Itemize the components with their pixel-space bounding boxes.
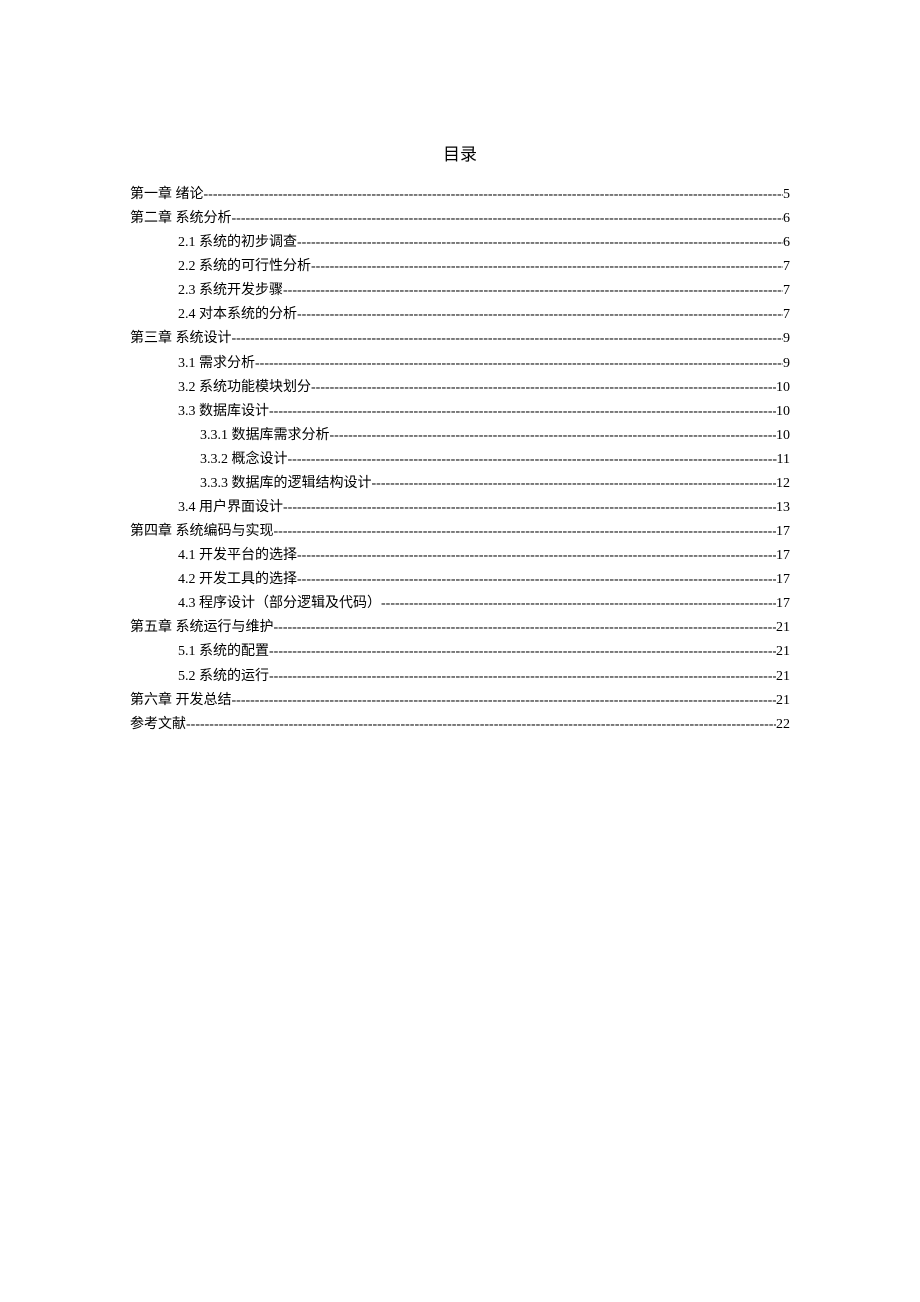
toc-leader: ----------------------------------------… [283, 279, 783, 303]
toc-leader: ----------------------------------------… [269, 400, 776, 424]
toc-leader: ----------------------------------------… [311, 255, 783, 279]
toc-leader: ----------------------------------------… [269, 640, 776, 664]
toc-entry-page: 13 [776, 496, 790, 520]
toc-leader: ----------------------------------------… [283, 496, 776, 520]
toc-entry: 第四章 系统编码与实现-----------------------------… [130, 520, 790, 544]
toc-leader: ----------------------------------------… [297, 303, 783, 327]
toc-entry-page: 12 [776, 472, 790, 496]
toc-entry-page: 22 [776, 713, 790, 737]
toc-entry: 第二章 系统分析--------------------------------… [130, 207, 790, 231]
toc-entry: 参考文献------------------------------------… [130, 713, 790, 737]
toc-entry-label: 5.1 系统的配置 [178, 640, 269, 664]
toc-entry-label: 2.3 系统开发步骤 [178, 279, 283, 303]
toc-entry-page: 9 [783, 352, 790, 376]
toc-leader: ----------------------------------------… [330, 424, 777, 448]
toc-entry: 5.2 系统的运行-------------------------------… [178, 665, 790, 689]
toc-entry-label: 4.3 程序设计（部分逻辑及代码） [178, 592, 381, 616]
toc-leader: ----------------------------------------… [297, 568, 776, 592]
toc-entry-page: 21 [776, 665, 790, 689]
toc-entry-label: 2.1 系统的初步调查 [178, 231, 297, 255]
toc-entry-label: 第二章 系统分析 [130, 207, 232, 231]
toc-entry-page: 17 [776, 520, 790, 544]
toc-entry-label: 3.3 数据库设计 [178, 400, 269, 424]
toc-entry-label: 3.3.3 数据库的逻辑结构设计 [200, 472, 372, 496]
toc-leader: ----------------------------------------… [232, 689, 777, 713]
toc-entry: 3.3 数据库设计-------------------------------… [178, 400, 790, 424]
toc-entry: 4.2 开发工具的选择-----------------------------… [178, 568, 790, 592]
toc-entry: 第五章 系统运行与维护-----------------------------… [130, 616, 790, 640]
toc-leader: ----------------------------------------… [288, 448, 777, 472]
toc-entry: 3.1 需求分析--------------------------------… [178, 352, 790, 376]
toc-entry: 3.3.2 概念设计------------------------------… [200, 448, 790, 472]
toc-entry-page: 17 [776, 568, 790, 592]
toc-entry: 2.3 系统开发步骤------------------------------… [178, 279, 790, 303]
toc-entry-page: 17 [776, 544, 790, 568]
toc-list: 第一章 绪论----------------------------------… [130, 183, 790, 737]
toc-entry-label: 第五章 系统运行与维护 [130, 616, 274, 640]
toc-entry-label: 3.4 用户界面设计 [178, 496, 283, 520]
toc-leader: ----------------------------------------… [274, 616, 777, 640]
toc-leader: ----------------------------------------… [381, 592, 776, 616]
toc-leader: ----------------------------------------… [232, 327, 784, 351]
toc-entry-page: 21 [776, 640, 790, 664]
toc-leader: ----------------------------------------… [297, 231, 783, 255]
toc-entry-label: 第六章 开发总结 [130, 689, 232, 713]
toc-leader: ----------------------------------------… [255, 352, 783, 376]
toc-leader: ----------------------------------------… [269, 665, 776, 689]
toc-entry-label: 第三章 系统设计 [130, 327, 232, 351]
toc-entry-page: 7 [783, 303, 790, 327]
toc-entry-label: 3.2 系统功能模块划分 [178, 376, 311, 400]
toc-entry-label: 2.4 对本系统的分析 [178, 303, 297, 327]
toc-entry-label: 第四章 系统编码与实现 [130, 520, 274, 544]
toc-entry-label: 4.2 开发工具的选择 [178, 568, 297, 592]
toc-leader: ----------------------------------------… [274, 520, 777, 544]
toc-entry-label: 2.2 系统的可行性分析 [178, 255, 311, 279]
toc-entry-page: 7 [783, 279, 790, 303]
toc-entry: 5.1 系统的配置-------------------------------… [178, 640, 790, 664]
toc-entry-label: 参考文献 [130, 713, 186, 737]
toc-entry-label: 3.3.2 概念设计 [200, 448, 288, 472]
toc-leader: ----------------------------------------… [372, 472, 777, 496]
toc-entry: 第一章 绪论----------------------------------… [130, 183, 790, 207]
toc-entry-page: 7 [783, 255, 790, 279]
toc-entry-page: 11 [777, 448, 790, 472]
toc-entry-label: 3.1 需求分析 [178, 352, 255, 376]
toc-entry-page: 6 [783, 207, 790, 231]
toc-entry-page: 21 [776, 616, 790, 640]
toc-leader: ----------------------------------------… [204, 183, 784, 207]
toc-entry-page: 10 [776, 376, 790, 400]
toc-entry-page: 21 [776, 689, 790, 713]
toc-entry: 2.2 系统的可行性分析----------------------------… [178, 255, 790, 279]
toc-entry: 2.4 对本系统的分析-----------------------------… [178, 303, 790, 327]
toc-entry: 3.4 用户界面设计------------------------------… [178, 496, 790, 520]
toc-leader: ----------------------------------------… [232, 207, 784, 231]
toc-entry-label: 第一章 绪论 [130, 183, 204, 207]
toc-entry: 4.3 程序设计（部分逻辑及代码）-----------------------… [178, 592, 790, 616]
toc-entry-page: 9 [783, 327, 790, 351]
toc-entry-label: 5.2 系统的运行 [178, 665, 269, 689]
toc-title: 目录 [130, 140, 790, 165]
toc-entry: 2.1 系统的初步调查-----------------------------… [178, 231, 790, 255]
toc-entry: 第三章 系统设计--------------------------------… [130, 327, 790, 351]
toc-entry: 4.1 开发平台的选择-----------------------------… [178, 544, 790, 568]
toc-leader: ----------------------------------------… [186, 713, 776, 737]
toc-entry-page: 5 [783, 183, 790, 207]
toc-entry: 第六章 开发总结--------------------------------… [130, 689, 790, 713]
toc-entry-label: 3.3.1 数据库需求分析 [200, 424, 330, 448]
toc-entry-page: 17 [776, 592, 790, 616]
toc-leader: ----------------------------------------… [297, 544, 776, 568]
toc-entry: 3.2 系统功能模块划分----------------------------… [178, 376, 790, 400]
toc-entry-page: 6 [783, 231, 790, 255]
toc-entry-page: 10 [776, 424, 790, 448]
toc-entry-label: 4.1 开发平台的选择 [178, 544, 297, 568]
toc-entry-page: 10 [776, 400, 790, 424]
toc-entry: 3.3.3 数据库的逻辑结构设计------------------------… [200, 472, 790, 496]
toc-entry: 3.3.1 数据库需求分析---------------------------… [200, 424, 790, 448]
toc-leader: ----------------------------------------… [311, 376, 776, 400]
